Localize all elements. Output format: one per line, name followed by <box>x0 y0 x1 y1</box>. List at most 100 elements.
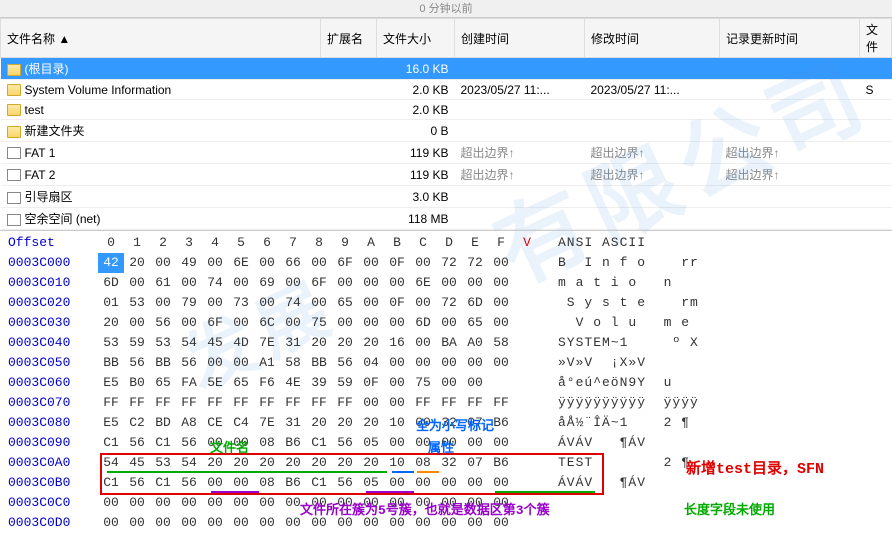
hex-row[interactable]: 0003C0106D006100740069006F0000006E000000… <box>0 273 892 293</box>
hex-byte[interactable]: C4 <box>228 413 254 433</box>
hex-byte[interactable]: 00 <box>436 353 462 373</box>
hex-byte[interactable]: 00 <box>384 513 410 533</box>
hex-byte[interactable]: 00 <box>98 513 124 533</box>
hex-byte[interactable]: 00 <box>488 293 514 313</box>
hex-byte[interactable]: 69 <box>254 273 280 293</box>
hex-byte[interactable]: 4E <box>280 373 306 393</box>
hex-row[interactable]: 0003C060E5B065FA5E65F64E39590F00750000 å… <box>0 373 892 393</box>
hex-byte[interactable]: C1 <box>150 473 176 493</box>
hex-byte[interactable]: C2 <box>124 413 150 433</box>
hex-byte[interactable]: BB <box>306 353 332 373</box>
hex-byte[interactable]: 00 <box>124 513 150 533</box>
hex-byte[interactable]: 20 <box>358 453 384 473</box>
hex-byte[interactable]: 00 <box>306 253 332 273</box>
hex-byte[interactable]: 00 <box>228 313 254 333</box>
hex-byte[interactable]: 72 <box>436 293 462 313</box>
hex-byte[interactable]: 65 <box>150 373 176 393</box>
hex-byte[interactable]: C1 <box>150 433 176 453</box>
hex-byte[interactable]: 00 <box>202 493 228 513</box>
col-created[interactable]: 创建时间 <box>455 19 585 58</box>
hex-row[interactable]: 0003C0C000000000000000000000000000000000 <box>0 493 892 513</box>
col-name[interactable]: 文件名称 ▲ <box>1 19 321 58</box>
hex-byte[interactable]: 6F <box>306 273 332 293</box>
hex-byte[interactable]: FF <box>254 393 280 413</box>
hex-byte[interactable]: 00 <box>462 493 488 513</box>
hex-byte[interactable]: C1 <box>306 433 332 453</box>
hex-byte[interactable]: 32 <box>436 453 462 473</box>
hex-byte[interactable]: 75 <box>410 373 436 393</box>
hex-byte[interactable]: 00 <box>358 273 384 293</box>
hex-byte[interactable]: 6C <box>254 313 280 333</box>
hex-byte[interactable]: 00 <box>280 313 306 333</box>
hex-byte[interactable]: 65 <box>462 313 488 333</box>
hex-byte[interactable]: 08 <box>410 453 436 473</box>
hex-byte[interactable]: 20 <box>332 413 358 433</box>
hex-byte[interactable]: 00 <box>410 333 436 353</box>
hex-byte[interactable]: 74 <box>280 293 306 313</box>
hex-byte[interactable]: 65 <box>228 373 254 393</box>
hex-byte[interactable]: 00 <box>202 433 228 453</box>
table-row[interactable]: FAT 2119 KB超出边界↑超出边界↑超出边界↑ <box>1 164 892 186</box>
hex-byte[interactable]: FF <box>332 393 358 413</box>
hex-byte[interactable]: 00 <box>488 253 514 273</box>
hex-byte[interactable]: FF <box>462 393 488 413</box>
hex-byte[interactable]: CE <box>202 413 228 433</box>
hex-byte[interactable]: B6 <box>280 473 306 493</box>
hex-byte[interactable]: A1 <box>254 353 280 373</box>
hex-byte[interactable]: 00 <box>384 393 410 413</box>
col-ext[interactable]: 扩展名 <box>321 19 377 58</box>
hex-byte[interactable]: A8 <box>176 413 202 433</box>
hex-byte[interactable]: 00 <box>410 253 436 273</box>
hex-byte[interactable]: 04 <box>358 353 384 373</box>
hex-byte[interactable]: 79 <box>176 293 202 313</box>
hex-byte[interactable]: 56 <box>124 473 150 493</box>
hex-byte[interactable]: 00 <box>436 473 462 493</box>
hex-row[interactable]: 0003C070FFFFFFFFFFFFFFFFFFFF0000FFFFFFFF… <box>0 393 892 413</box>
hex-row[interactable]: 0003C0B0C156C156000008B6C156050000000000… <box>0 473 892 493</box>
hex-byte[interactable]: 00 <box>332 513 358 533</box>
hex-row[interactable]: 0003C02001530079007300740065000F00726D00… <box>0 293 892 313</box>
hex-byte[interactable]: 00 <box>228 353 254 373</box>
hex-byte[interactable]: 00 <box>488 473 514 493</box>
table-row[interactable]: 引导扇区3.0 KB <box>1 186 892 208</box>
table-row[interactable]: 空余空间 (net)118 MB <box>1 208 892 230</box>
hex-byte[interactable]: 10 <box>384 413 410 433</box>
hex-byte[interactable]: 6E <box>228 253 254 273</box>
hex-byte[interactable]: 00 <box>436 313 462 333</box>
hex-byte[interactable]: FA <box>176 373 202 393</box>
hex-byte[interactable]: B6 <box>488 453 514 473</box>
hex-byte[interactable]: 00 <box>228 493 254 513</box>
hex-byte[interactable]: 56 <box>124 353 150 373</box>
hex-byte[interactable]: FF <box>150 393 176 413</box>
hex-row[interactable]: 0003C0A0544553542020202020202010083207B6… <box>0 453 892 473</box>
hex-byte[interactable]: 00 <box>488 433 514 453</box>
hex-byte[interactable]: 00 <box>384 373 410 393</box>
hex-byte[interactable]: 00 <box>410 473 436 493</box>
hex-byte[interactable]: 00 <box>410 493 436 513</box>
hex-byte[interactable]: 00 <box>150 513 176 533</box>
hex-byte[interactable]: 00 <box>436 373 462 393</box>
hex-byte[interactable]: 74 <box>202 273 228 293</box>
hex-byte[interactable]: B6 <box>488 413 514 433</box>
hex-byte[interactable]: 07 <box>462 453 488 473</box>
hex-byte[interactable]: 54 <box>176 333 202 353</box>
hex-byte[interactable]: 31 <box>280 413 306 433</box>
hex-byte[interactable]: 56 <box>150 313 176 333</box>
hex-row[interactable]: 0003C00042200049006E0066006F000F00727200… <box>0 253 892 273</box>
hex-byte[interactable]: 00 <box>488 513 514 533</box>
hex-byte[interactable]: 00 <box>358 393 384 413</box>
hex-byte[interactable]: 20 <box>202 453 228 473</box>
hex-byte[interactable]: 00 <box>384 353 410 373</box>
hex-byte[interactable]: 6E <box>410 273 436 293</box>
hex-byte[interactable]: B6 <box>280 433 306 453</box>
hex-byte[interactable]: 00 <box>358 293 384 313</box>
hex-byte[interactable]: 00 <box>410 513 436 533</box>
hex-byte[interactable]: 56 <box>176 353 202 373</box>
hex-byte[interactable]: 0F <box>384 293 410 313</box>
hex-byte[interactable] <box>488 373 514 393</box>
hex-byte[interactable]: 00 <box>280 513 306 533</box>
hex-byte[interactable]: 0F <box>384 253 410 273</box>
hex-byte[interactable]: 00 <box>358 493 384 513</box>
hex-byte[interactable]: 00 <box>202 513 228 533</box>
hex-byte[interactable]: 20 <box>306 333 332 353</box>
